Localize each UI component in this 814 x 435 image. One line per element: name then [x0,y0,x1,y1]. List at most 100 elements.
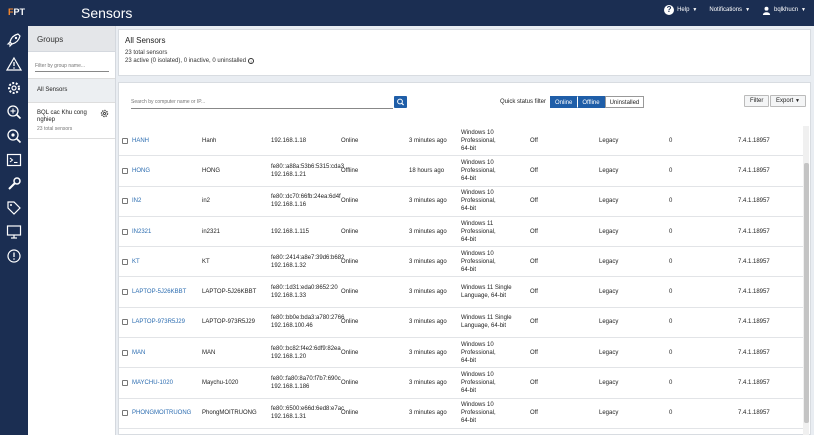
os-line: Windows 10 Professional, [461,129,496,144]
search-button[interactable] [394,96,407,108]
table-row[interactable]: MAN MAN fe80::bc82:f4e2:6df9:82ea 192.168.1… [119,338,804,369]
last-seen: 18 hours ago [409,167,445,174]
os-text: Windows 10 Professional, 64-bit [461,341,529,365]
table-row[interactable]: MAYCHU-1020 Maychu-1020 fe80::fa80:8a70:f7… [119,368,804,399]
ip-line: fe80::bb0e:bda3:a780:2766 [271,315,345,322]
row-checkbox[interactable] [122,319,128,326]
export-button[interactable]: Export ▼ [770,95,806,107]
sensor-version: 7.4.1.18957 [738,319,770,326]
tag-icon[interactable] [6,200,22,216]
ip-address: 192.168.1.115 [271,228,343,236]
row-checkbox[interactable] [122,167,128,174]
gear-icon[interactable] [6,80,22,96]
ip-line: 192.168.1.16 [271,202,307,209]
ip-address: fe80::a88a:53b6:5315:cda3 192.168.1.21 [271,163,344,179]
hostname-link[interactable]: KT [132,258,140,266]
hostname-link[interactable]: MAYCHU-1020 [132,379,173,387]
table-row[interactable]: KT KT fe80::2414:a8e7:39d6:b682 192.168.1.3… [119,247,804,278]
mode-text: Legacy [599,137,619,144]
table-row[interactable]: PHONGMOITRUONG PhongMOITRUONG fe80::6500:e… [119,399,804,429]
hostname-link[interactable]: MAN [132,349,145,357]
rfm-state: Off [530,349,538,356]
status-text: Online [341,258,359,265]
os-line: Windows 10 Professional, [461,341,496,356]
table-row[interactable]: HONG HONG fe80::a88a:53b6:5315:cda3 192.168… [119,156,804,187]
top-bar: FPT Sensors ? Help ▼ Notifications ▼ bql… [0,0,814,26]
help-menu[interactable]: ? Help ▼ [664,5,697,15]
row-checkbox[interactable] [122,137,128,144]
count-value: 0 [669,289,673,296]
os-text: Windows 10 Professional, 64-bit [461,159,529,183]
rocket-icon[interactable] [6,32,22,48]
os-line: Windows 10 Professional, [461,402,496,417]
row-checkbox[interactable] [122,289,128,296]
count-value: 0 [669,410,673,417]
alert-icon[interactable] [5,56,23,72]
table-row[interactable]: HANH Hanh 192.168.1.18 Online 3 minutes ago W… [119,126,804,157]
gear-icon[interactable] [100,109,109,118]
user-icon [762,6,771,15]
filter-button[interactable]: Filter [744,95,770,107]
os-line: 64-bit [461,206,477,213]
mode-text: Legacy [599,228,619,235]
brand-logo[interactable]: FPT [8,7,25,17]
user-menu[interactable]: bqlkhucn ▼ [762,6,806,15]
monitor-icon[interactable] [6,224,22,240]
row-checkbox[interactable] [122,258,128,265]
search-input[interactable] [131,95,393,109]
ip-line: 192.168.100.46 [271,323,313,330]
summary-total: 23 total sensors [125,50,168,56]
last-seen: 3 minutes ago [409,380,447,387]
mode-text: Legacy [599,167,619,174]
scrollbar-thumb[interactable] [804,163,809,423]
summary-detail-line: 23 active (0 isolated), 0 inactive, 0 un… [125,57,804,65]
info-icon[interactable] [6,248,22,264]
status-uninstalled-button[interactable]: Uninstalled [604,96,645,108]
table-row[interactable]: LAPTOP-973R5J29 LAPTOP-973R5J29 fe80::bb0e… [119,308,804,339]
table-row[interactable]: IN2 in2 fe80::dc70:66fb:24ea:6d4f 192.168.1… [119,187,804,217]
info-icon[interactable]: i [248,58,255,64]
ip-address: fe80::fa80:8a70:f7b7:690c 192.168.1.186 [271,375,343,391]
group-filter-input[interactable] [35,60,109,72]
search-plus-icon[interactable] [6,104,22,120]
rfm-state: Off [530,258,538,265]
hostname-link[interactable]: LAPTOP-973R5J29 [132,318,185,326]
os-line: Windows 11 Single [461,315,512,322]
mode-text: Legacy [599,380,619,387]
hostname-link[interactable]: PHONGMOITRUONG [132,409,191,417]
group-item[interactable]: BQL cac Khu cong nghiep 23 total sensors [28,103,115,139]
hostname-link[interactable]: IN2321 [132,228,151,236]
hostname-link[interactable]: IN2 [132,197,141,205]
last-seen: 3 minutes ago [409,289,447,296]
os-text: Windows 10 Professional, 64-bit [461,401,529,425]
row-checkbox[interactable] [122,380,128,387]
os-line: Windows 10 Professional, [461,159,496,174]
search-check-icon[interactable] [6,128,22,144]
status-offline-button[interactable]: Offline [577,96,605,108]
os-text: Windows 10 Professional, 64-bit [461,250,529,274]
computer-name: Hanh [202,137,217,144]
wrench-icon[interactable] [6,176,22,192]
hostname-link[interactable]: HONG [132,167,150,175]
ip-address: fe80::bc82:f4e2:6df9:82ea 192.168.1.20 [271,345,343,361]
top-right-menu: ? Help ▼ Notifications ▼ bqlkhucn ▼ [664,5,806,15]
os-line: 64-bit [461,418,477,425]
row-checkbox[interactable] [122,349,128,356]
group-all-sensors[interactable]: All Sensors [28,78,115,103]
sensor-version: 7.4.1.18957 [738,137,770,144]
terminal-icon[interactable] [6,152,22,168]
row-checkbox[interactable] [122,228,128,235]
row-checkbox[interactable] [122,198,128,205]
group-count: 23 total sensors [37,126,73,132]
table-row[interactable]: LAPTOP-5J26KBBT LAPTOP-5J26KBBT fe80::1d31… [119,277,804,308]
computer-name: LAPTOP-973R5J29 [202,319,255,326]
quick-status-filter: Online Offline Uninstalled [550,96,645,108]
last-seen: 3 minutes ago [409,319,447,326]
notifications-menu[interactable]: Notifications ▼ [709,7,750,13]
table-row[interactable]: IN2321 in2321 192.168.1.115 Online 3 minutes… [119,217,804,248]
status-online-button[interactable]: Online [550,96,578,108]
hostname-link[interactable]: HANH [132,137,149,145]
row-checkbox[interactable] [122,410,128,417]
hostname-link[interactable]: LAPTOP-5J26KBBT [132,288,186,296]
count-value: 0 [669,198,673,205]
